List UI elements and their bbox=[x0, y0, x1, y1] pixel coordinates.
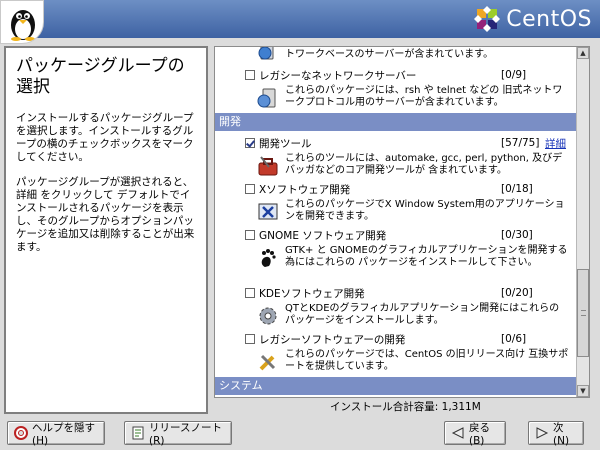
x-window-icon bbox=[257, 201, 279, 223]
top-banner: CentOS bbox=[0, 0, 600, 44]
kde-gear-icon bbox=[257, 305, 279, 327]
package-group-row[interactable]: レガシーなネットワークサーバー [0/9] bbox=[215, 65, 577, 85]
package-description: これらのパッケージには、rsh や telnet などの 旧式ネットワークプロト… bbox=[215, 85, 577, 111]
brand-name: CentOS bbox=[506, 6, 592, 32]
penguin-icon bbox=[11, 10, 35, 41]
package-description: これらのパッケージでX Window System用のアプリケーションを開発でき… bbox=[215, 199, 577, 225]
gnome-software-dev-checkbox[interactable] bbox=[245, 230, 255, 240]
help-body: インストールするパッケージグループを選択します。インストールするグループの横のチ… bbox=[16, 112, 198, 254]
help-buoy-icon bbox=[14, 426, 28, 440]
package-group-name: GNOME ソフトウェア開発 bbox=[259, 229, 387, 242]
help-title: パッケージグループの選択 bbox=[16, 56, 185, 97]
package-description: QTとKDEのグラフィカルアプリケーション開発にはこれらのパッケージをインストー… bbox=[215, 303, 577, 329]
package-count: [0/30] bbox=[501, 229, 533, 241]
scrollbar-thumb[interactable] bbox=[577, 269, 589, 357]
package-group-row[interactable]: レガシーソフトウェアーの開発 [0/6] bbox=[215, 329, 577, 349]
package-count: [0/18] bbox=[501, 183, 533, 195]
hide-help-button[interactable]: ヘルプを隠す(H) bbox=[7, 421, 105, 447]
package-count: [0/9] bbox=[501, 69, 527, 81]
x-software-dev-checkbox[interactable] bbox=[245, 184, 255, 194]
centos-logo: CentOS bbox=[474, 4, 592, 34]
gnome-foot-icon bbox=[257, 247, 279, 269]
package-description: GTK+ と GNOMEのグラフィカルアプリケーションを開発する為にはこれらの … bbox=[215, 245, 577, 283]
notes-icon bbox=[131, 426, 145, 440]
scroll-up-arrow-icon[interactable]: ▲ bbox=[577, 47, 589, 59]
legacy-server-icon bbox=[257, 87, 279, 109]
package-group-row[interactable]: GNOME ソフトウェア開発 [0/30] bbox=[215, 225, 577, 245]
back-arrow-icon bbox=[451, 426, 465, 440]
package-group-name: KDEソフトウェア開発 bbox=[259, 287, 365, 300]
toolbox-icon bbox=[257, 155, 279, 177]
package-group-name: レガシーソフトウェアーの開発 bbox=[259, 333, 406, 346]
package-group-row[interactable]: Xソフトウェア開発 [0/18] bbox=[215, 179, 577, 199]
package-description: これらのパッケージでは、CentOS の旧リリース向け 互換サポートを提供してい… bbox=[215, 349, 577, 375]
package-group-name: レガシーなネットワークサーバー bbox=[259, 69, 417, 82]
legacy-software-dev-checkbox[interactable] bbox=[245, 334, 255, 344]
tux-logo bbox=[0, 0, 44, 44]
package-group-row[interactable]: 開発ツール [57/75] 詳細 bbox=[215, 133, 577, 153]
network-server-icon bbox=[257, 47, 279, 61]
release-notes-button[interactable]: リリースノート(R) bbox=[124, 421, 232, 447]
package-count: [57/75] bbox=[501, 137, 540, 149]
package-group-name: 開発ツール bbox=[259, 137, 312, 150]
centos-emblem-icon bbox=[474, 6, 501, 32]
help-paragraph: インストールするパッケージグループを選択します。インストールするグループの横のチ… bbox=[16, 112, 194, 163]
package-group-name: Xソフトウェア開発 bbox=[259, 183, 351, 196]
help-panel: パッケージグループの選択 インストールするパッケージグループを選択します。インス… bbox=[4, 46, 208, 414]
package-group-list[interactable]: これらのパッケージには、DHCP、Kerberos、NIS などのネットワークベ… bbox=[214, 46, 590, 398]
package-count: [0/20] bbox=[501, 287, 533, 299]
scroll-down-arrow-icon[interactable]: ▼ bbox=[577, 385, 589, 397]
help-paragraph: パッケージグループが選択されると、詳細 をクリックして デフォルトでインストール… bbox=[16, 176, 195, 253]
details-link[interactable]: 詳細 bbox=[545, 136, 566, 151]
back-button[interactable]: 戻る(B) bbox=[444, 421, 506, 447]
package-group-row[interactable]: KDEソフトウェア開発 [0/20] bbox=[215, 283, 577, 303]
wrench-tools-icon bbox=[257, 351, 279, 373]
category-header-development: 開発 bbox=[215, 113, 577, 131]
category-header-system: システム bbox=[215, 377, 577, 395]
package-count: [0/6] bbox=[501, 333, 527, 345]
package-description: これらのツールには、automake, gcc, perl, python, 及… bbox=[215, 153, 577, 179]
install-total-size: インストール合計容量: 1,311M bbox=[330, 401, 481, 413]
development-tools-checkbox[interactable] bbox=[245, 138, 255, 148]
kde-software-dev-checkbox[interactable] bbox=[245, 288, 255, 298]
package-description: これらのパッケージには、DHCP、Kerberos、NIS などのネットワークベ… bbox=[215, 47, 577, 65]
next-button[interactable]: 次(N) bbox=[528, 421, 584, 447]
list-scrollbar[interactable]: ▲ ▼ bbox=[576, 47, 589, 397]
next-arrow-icon bbox=[535, 426, 549, 440]
legacy-network-server-checkbox[interactable] bbox=[245, 70, 255, 80]
